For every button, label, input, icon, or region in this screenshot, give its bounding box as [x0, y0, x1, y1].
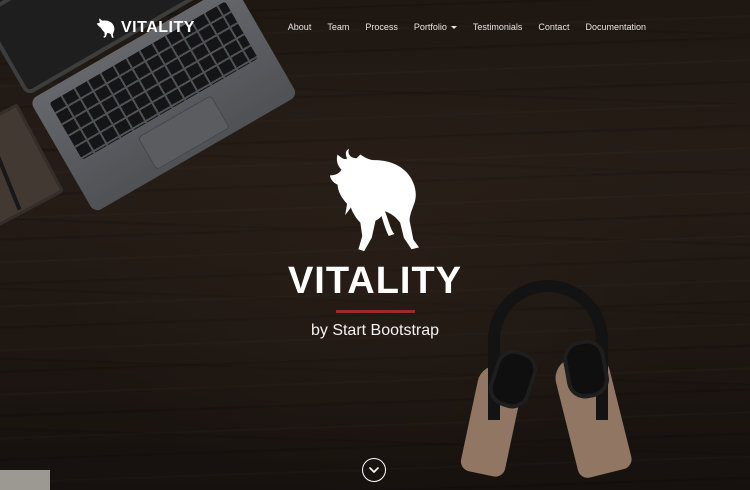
- navbar: VITALITY About Team Process Portfolio Te…: [0, 0, 750, 56]
- nav-item-testimonials[interactable]: Testimonials: [473, 22, 523, 32]
- hero-section: VITALITY About Team Process Portfolio Te…: [0, 0, 750, 490]
- brand-link[interactable]: VITALITY: [96, 17, 195, 39]
- hero-title: VITALITY: [287, 260, 463, 302]
- nav-item-contact[interactable]: Contact: [538, 22, 569, 32]
- brand-name: VITALITY: [121, 19, 195, 36]
- caret-down-icon: [450, 25, 457, 29]
- scroll-down-button[interactable]: [362, 458, 386, 482]
- nav-item-label: Documentation: [585, 22, 646, 32]
- nav-item-team[interactable]: Team: [327, 22, 349, 32]
- nav-menu: About Team Process Portfolio Testimonial…: [272, 22, 646, 32]
- nav-item-process[interactable]: Process: [365, 22, 398, 32]
- nav-item-label: Testimonials: [472, 22, 523, 32]
- bull-icon: [330, 148, 420, 252]
- chevron-down-icon: [369, 467, 379, 473]
- title-divider: [336, 310, 415, 313]
- hero-subtitle: by Start Bootstrap: [310, 322, 440, 339]
- bull-icon: [96, 18, 115, 38]
- nav-item-label: About: [287, 22, 312, 32]
- nav-item-label: Team: [327, 22, 350, 32]
- nav-item-portfolio[interactable]: Portfolio: [414, 22, 457, 32]
- nav-item-label: Process: [365, 22, 398, 32]
- nav-item-label: Portfolio: [413, 22, 447, 32]
- nav-item-about[interactable]: About: [288, 22, 312, 32]
- nav-item-documentation[interactable]: Documentation: [585, 22, 646, 32]
- nav-item-label: Contact: [538, 22, 570, 32]
